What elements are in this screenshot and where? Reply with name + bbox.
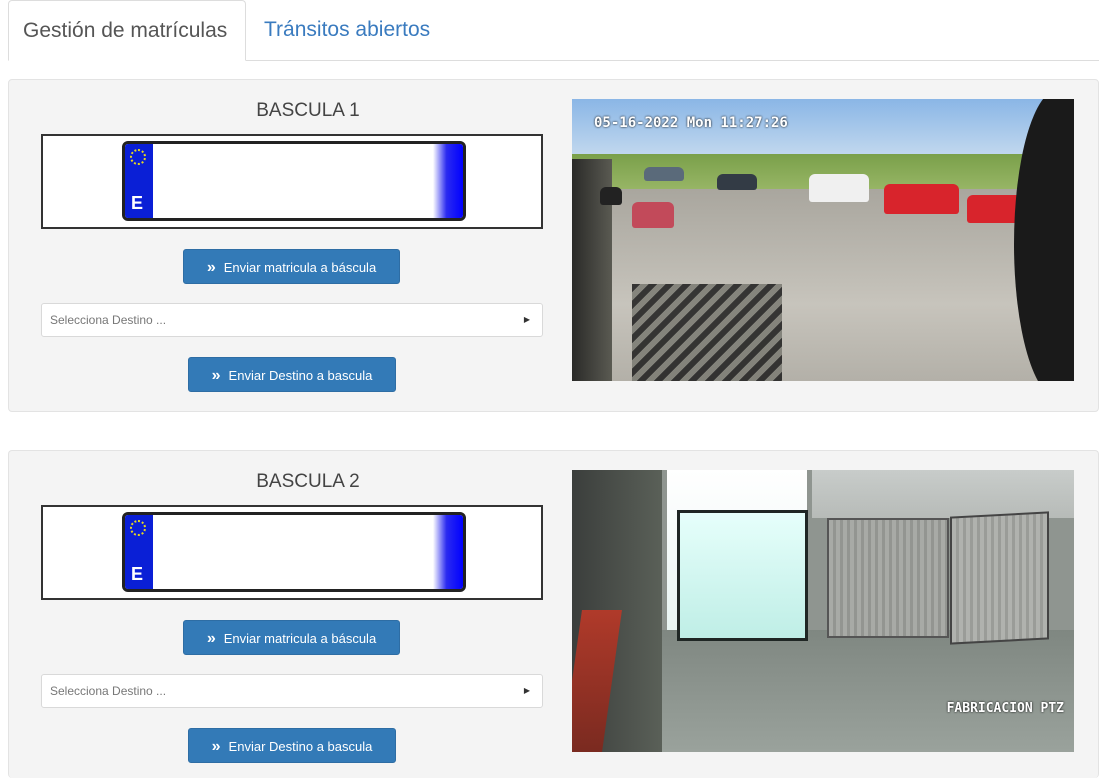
tab-gestion-matriculas[interactable]: Gestión de matrículas (8, 0, 246, 61)
camera-wall (812, 470, 1074, 518)
car (809, 174, 869, 202)
eu-band: E (125, 515, 153, 589)
send-destination-label: Enviar Destino a bascula (228, 739, 373, 754)
eu-stars-icon (130, 149, 146, 165)
plate-country-code: E (131, 564, 144, 584)
camera-scale-ramp (677, 510, 808, 641)
bascula-title: BASCULA 1 (256, 100, 360, 121)
camera-timestamp: 05-16-2022 Mon 11:27:26 (594, 115, 788, 131)
eu-band: E (125, 144, 153, 218)
bascula-panel-1: BASCULA 1 E » Enviar matricula a báscula … (8, 79, 1099, 412)
destination-select[interactable]: Selecciona Destino ... ▶ (41, 303, 543, 337)
camera-fence (632, 284, 782, 381)
tab-bar: Gestión de matrículas Tránsitos abiertos (8, 0, 1099, 61)
license-plate: E (122, 141, 466, 221)
car (884, 184, 959, 214)
license-plate: E (122, 512, 466, 592)
license-plate-display: E (41, 505, 543, 600)
car (644, 167, 684, 181)
camera-door (950, 511, 1049, 645)
send-destination-label: Enviar Destino a bascula (228, 368, 373, 383)
double-chevron-right-icon: » (211, 738, 221, 755)
send-destination-button[interactable]: » Enviar Destino a bascula (188, 728, 396, 763)
bascula-title: BASCULA 2 (256, 471, 360, 492)
license-plate-display: E (41, 134, 543, 229)
car (717, 174, 757, 190)
caret-right-icon: ▶ (523, 315, 530, 324)
send-plate-label: Enviar matricula a báscula (223, 631, 377, 646)
camera-door (827, 518, 949, 638)
bascula-panel-2: BASCULA 2 E » Enviar matricula a báscula … (8, 450, 1099, 778)
destination-placeholder: Selecciona Destino ... (50, 684, 167, 698)
send-plate-button[interactable]: » Enviar matricula a báscula (183, 620, 400, 655)
plate-end-band (433, 144, 463, 218)
send-destination-button[interactable]: » Enviar Destino a bascula (188, 357, 396, 392)
destination-placeholder: Selecciona Destino ... (50, 313, 167, 327)
camera-feed-1: 05-16-2022 Mon 11:27:26 (572, 99, 1074, 381)
plate-country-code: E (131, 193, 144, 213)
double-chevron-right-icon: » (211, 367, 221, 384)
tab-transitos-abiertos[interactable]: Tránsitos abiertos (250, 0, 444, 60)
double-chevron-right-icon: » (206, 630, 216, 647)
destination-select[interactable]: Selecciona Destino ... ▶ (41, 674, 543, 708)
camera-feed-2: FABRICACION PTZ (572, 470, 1074, 752)
eu-stars-icon (130, 520, 146, 536)
send-plate-label: Enviar matricula a báscula (223, 260, 377, 275)
car (632, 202, 674, 228)
double-chevron-right-icon: » (206, 259, 216, 276)
caret-right-icon: ▶ (523, 686, 530, 695)
car (600, 187, 622, 205)
send-plate-button[interactable]: » Enviar matricula a báscula (183, 249, 400, 284)
plate-end-band (433, 515, 463, 589)
camera-label: FABRICACION PTZ (946, 701, 1064, 716)
